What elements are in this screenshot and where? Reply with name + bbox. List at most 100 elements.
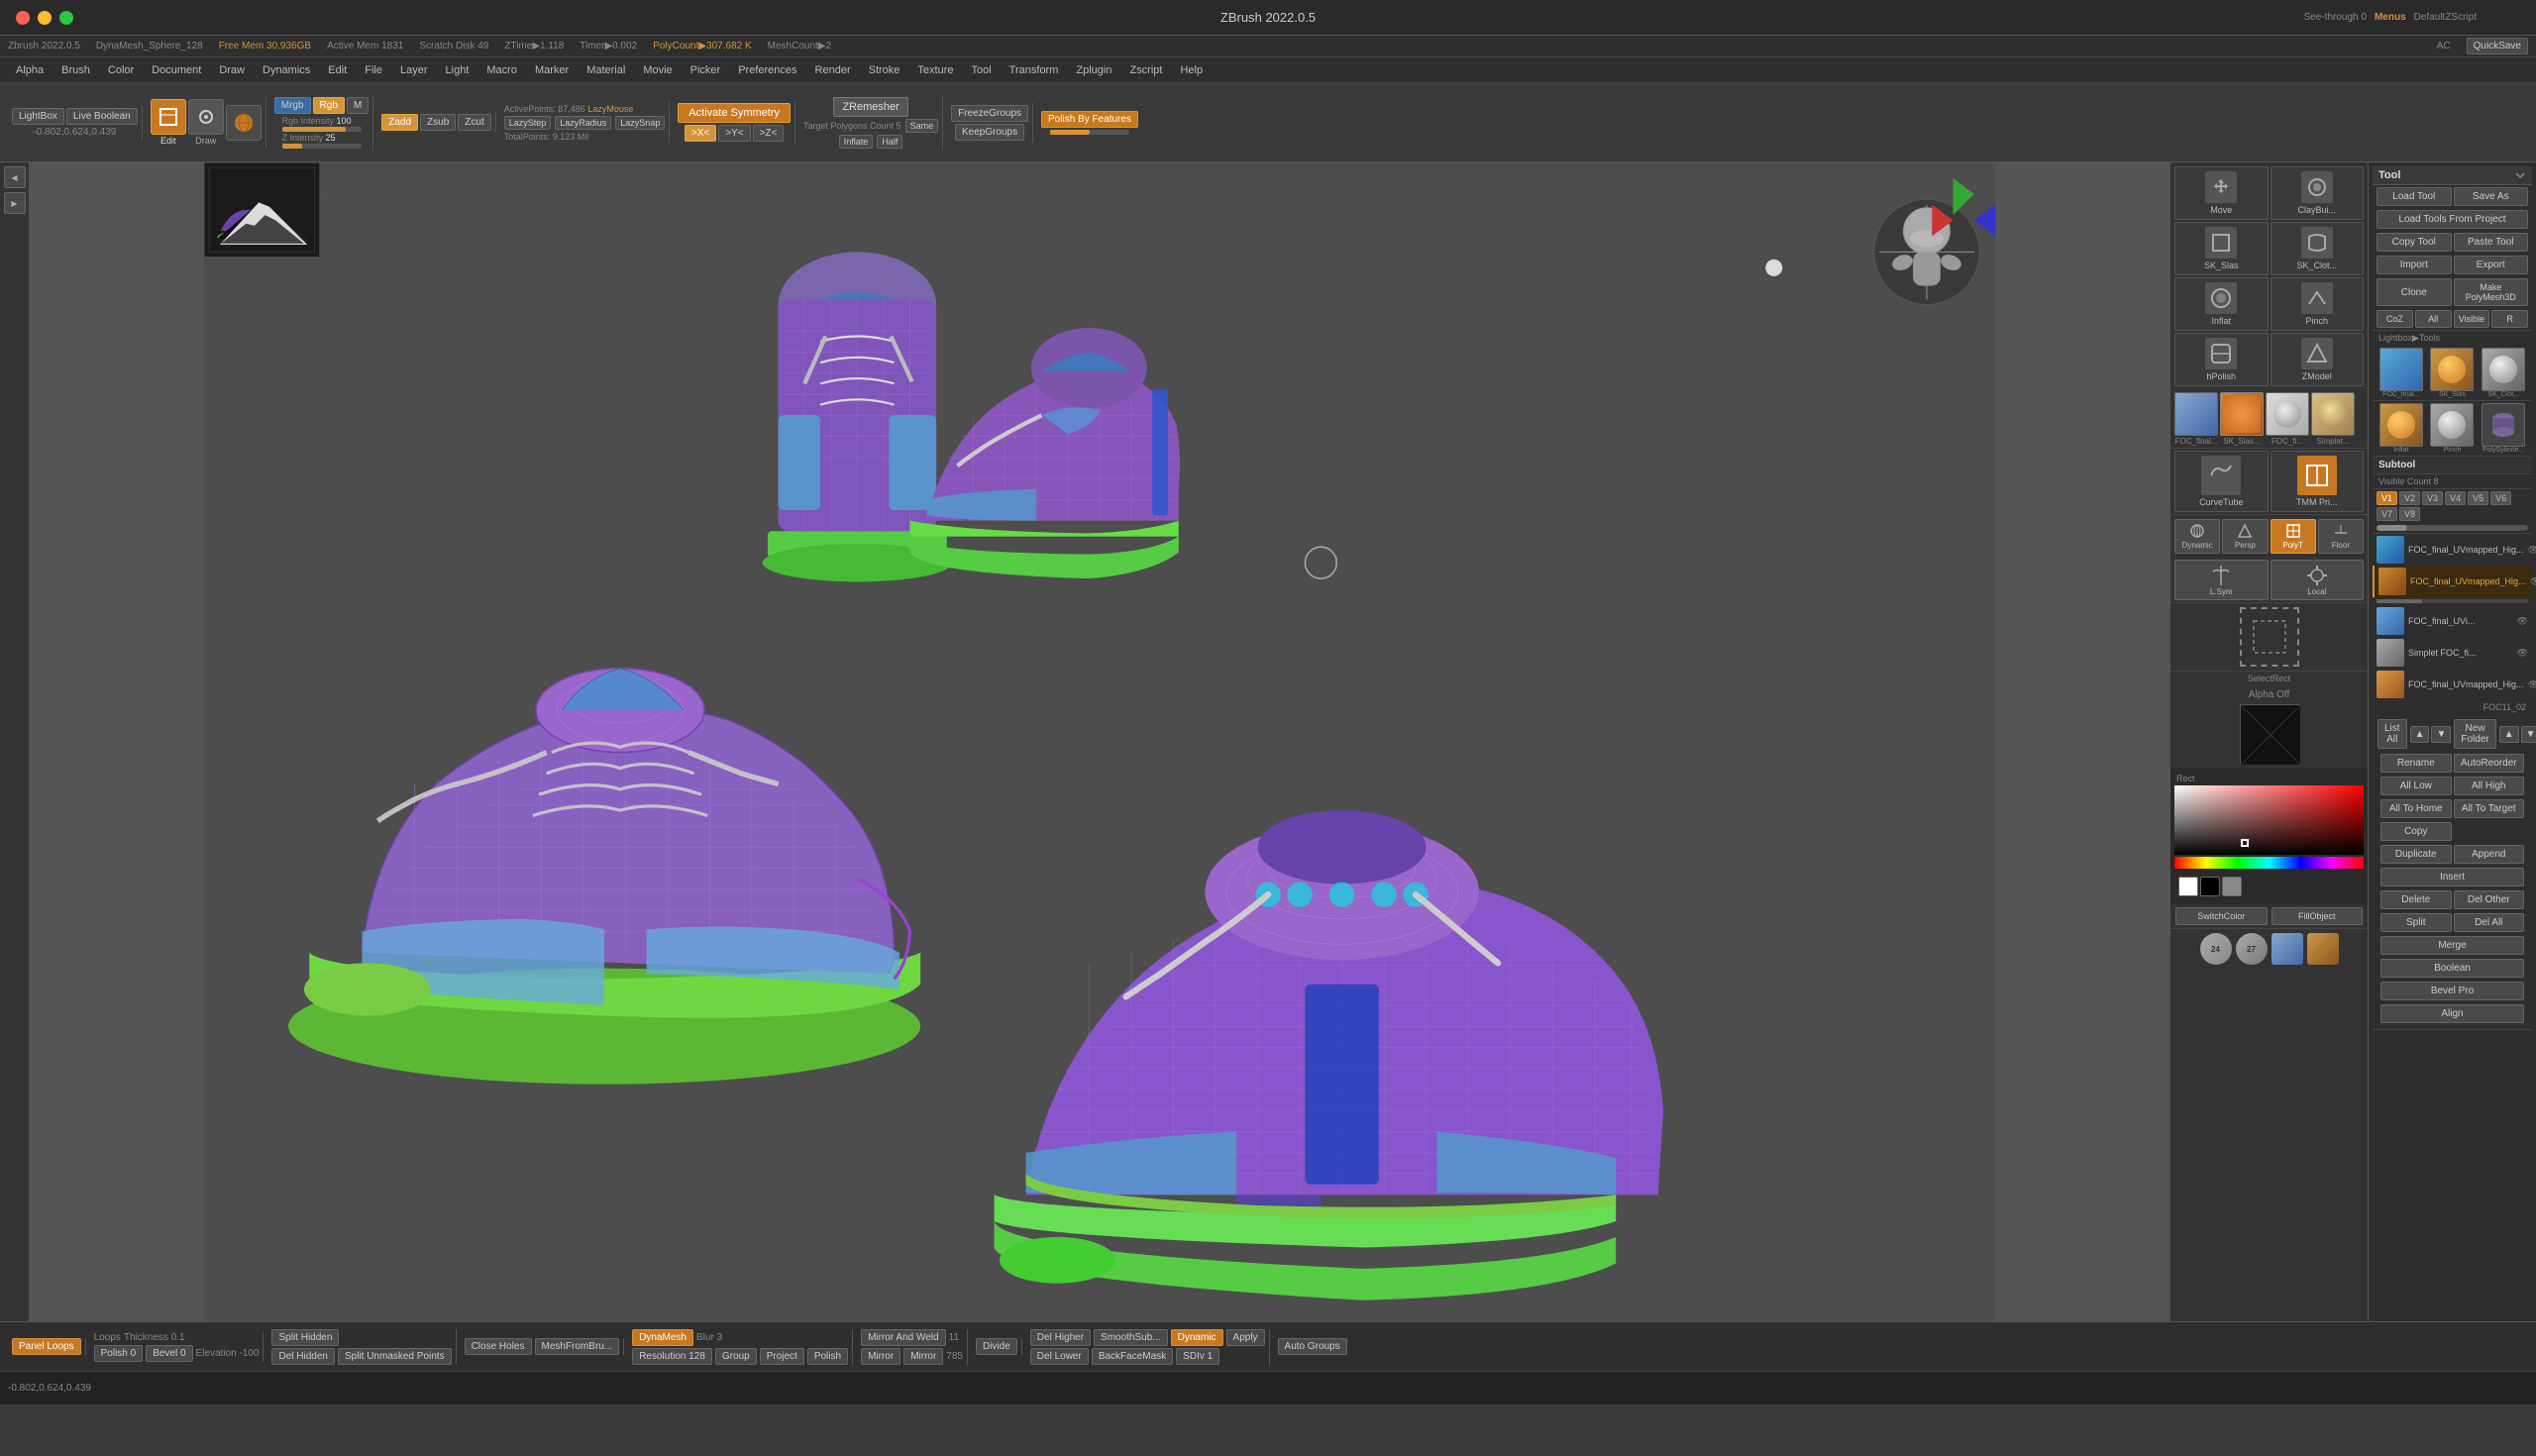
v6-btn[interactable]: V6: [2490, 491, 2511, 505]
visible-btn[interactable]: Visible: [2454, 310, 2490, 328]
foc-thumb-4[interactable]: Simplet...: [2311, 392, 2355, 446]
list-up-btn[interactable]: ▲: [2410, 726, 2430, 743]
dynamic-sub-btn[interactable]: Dynamic: [1171, 1329, 1223, 1346]
list-down-btn[interactable]: ▼: [2431, 726, 2451, 743]
alpha-thumbnail[interactable]: [2240, 704, 2299, 764]
tool-thumb-sk[interactable]: SK_Slas: [2428, 348, 2478, 398]
menu-marker[interactable]: Marker: [527, 62, 577, 78]
v4-btn[interactable]: V4: [2445, 491, 2466, 505]
maximize-button[interactable]: [59, 11, 73, 25]
sidebar-btn-1[interactable]: ◀: [4, 166, 26, 188]
bevel-btn[interactable]: Bevel 0: [146, 1345, 192, 1362]
tool-thumb-polycyl[interactable]: PolySylinde...: [2479, 403, 2528, 454]
tmm-tool[interactable]: TMM Pri...: [2271, 451, 2365, 512]
clone-btn[interactable]: Clone: [2377, 278, 2452, 306]
r-btn[interactable]: R: [2491, 310, 2528, 328]
all-low-btn[interactable]: All Low: [2380, 777, 2452, 795]
menu-movie[interactable]: Movie: [635, 62, 680, 78]
subtool-item-5[interactable]: FOC_final_UVmapped_Hig... 👁: [2373, 669, 2532, 700]
insert-btn[interactable]: Insert: [2380, 868, 2524, 886]
mat-sphere-2[interactable]: 27: [2236, 933, 2268, 965]
merge-btn[interactable]: Merge: [2380, 936, 2524, 955]
sphere-icon[interactable]: [226, 105, 262, 141]
menu-zscript[interactable]: Zscript: [1121, 62, 1170, 78]
mirror-btn-1[interactable]: Mirror: [861, 1348, 900, 1365]
polyt-btn[interactable]: PolyT: [2271, 519, 2316, 554]
x-symm-button[interactable]: >X<: [685, 125, 716, 142]
menu-help[interactable]: Help: [1172, 62, 1211, 78]
mirror-btn-2[interactable]: Mirror: [903, 1348, 943, 1365]
local-btn[interactable]: Local: [2271, 560, 2365, 600]
menu-render[interactable]: Render: [807, 62, 859, 78]
lazy-snap-btn[interactable]: LazySnap: [615, 116, 665, 130]
navigation-gizmo[interactable]: [2075, 177, 2155, 257]
auto-groups-btn[interactable]: Auto Groups: [1278, 1338, 1347, 1355]
white-swatch[interactable]: [2178, 877, 2198, 896]
subtool-item-4[interactable]: Simplet FOC_fi... 👁: [2373, 637, 2532, 669]
zsub-button[interactable]: Zsub: [420, 114, 456, 131]
split-hidden-btn[interactable]: Split Hidden: [271, 1329, 339, 1346]
tool-panel-expand-icon[interactable]: [2514, 169, 2526, 181]
v7-btn[interactable]: V7: [2377, 507, 2397, 521]
rgb-button[interactable]: Rgb: [313, 97, 345, 114]
dynamic-view-btn[interactable]: Dynamic: [2174, 519, 2220, 554]
copy-btn[interactable]: Copy: [2380, 822, 2452, 841]
live-boolean-button[interactable]: Live Boolean: [66, 108, 138, 125]
subtool-item-2[interactable]: FOC_final_UVmapped_Hig... 👁: [2373, 566, 2532, 597]
edit-icon[interactable]: [151, 99, 186, 135]
gray-swatch[interactable]: [2222, 877, 2242, 896]
resolution-btn[interactable]: Resolution 128: [632, 1348, 712, 1365]
menu-edit[interactable]: Edit: [320, 62, 355, 78]
hpolish-tool[interactable]: hPolish: [2174, 333, 2269, 386]
subtool-eye-icon-1[interactable]: 👁: [2528, 545, 2536, 556]
panel-loops-btn[interactable]: Panel Loops: [12, 1338, 81, 1355]
all-to-home-btn[interactable]: All To Home: [2380, 799, 2452, 818]
black-swatch[interactable]: [2200, 877, 2220, 896]
menus-label[interactable]: Menus: [2375, 12, 2406, 23]
subtool-eye-icon-5[interactable]: 👁: [2528, 679, 2536, 690]
v3-btn[interactable]: V3: [2422, 491, 2443, 505]
draw-icon[interactable]: [188, 99, 224, 135]
zmodel-tool[interactable]: ZModel: [2271, 333, 2365, 386]
dynamesh-btn[interactable]: DynaMesh: [632, 1329, 693, 1346]
lazy-step-btn[interactable]: LazyStep: [504, 116, 552, 130]
folder-down-btn[interactable]: ▼: [2521, 726, 2536, 743]
inflat-tool[interactable]: Inflat: [2174, 277, 2269, 331]
menu-draw[interactable]: Draw: [211, 62, 253, 78]
load-tool-btn[interactable]: Load Tool: [2377, 187, 2452, 206]
align-btn[interactable]: Align: [2380, 1004, 2524, 1023]
persp-btn[interactable]: Persp: [2222, 519, 2268, 554]
menu-macro[interactable]: Macro: [478, 62, 525, 78]
del-higher-btn[interactable]: Del Higher: [1030, 1329, 1091, 1346]
mat-sphere-1[interactable]: 24: [2200, 933, 2232, 965]
menu-transform[interactable]: Transform: [1002, 62, 1067, 78]
y-symm-button[interactable]: >Y<: [718, 125, 750, 142]
subtool-eye-icon-3[interactable]: 👁: [2517, 616, 2528, 627]
menu-layer[interactable]: Layer: [392, 62, 436, 78]
bevel-pro-btn[interactable]: Bevel Pro: [2380, 982, 2524, 1000]
freeze-groups-btn[interactable]: FreezeGroups: [951, 105, 1028, 122]
backfacemask-btn[interactable]: BackFaceMask: [1092, 1348, 1173, 1365]
v8-btn[interactable]: V8: [2399, 507, 2420, 521]
divide-btn[interactable]: Divide: [976, 1338, 1017, 1355]
del-lower-btn[interactable]: Del Lower: [1030, 1348, 1089, 1365]
foc-thumb-3[interactable]: FOC_fi...: [2266, 392, 2309, 446]
sdiv-btn[interactable]: SDIv 1: [1176, 1348, 1219, 1365]
all-btn[interactable]: All: [2415, 310, 2452, 328]
menu-brush[interactable]: Brush: [53, 62, 98, 78]
sk-cloth-tool[interactable]: SK_Clot...: [2271, 222, 2365, 275]
menu-picker[interactable]: Picker: [683, 62, 729, 78]
menu-stroke[interactable]: Stroke: [861, 62, 908, 78]
del-hidden-btn[interactable]: Del Hidden: [271, 1348, 334, 1365]
coz-btn[interactable]: CoZ: [2377, 310, 2413, 328]
import-btn[interactable]: Import: [2377, 256, 2452, 274]
hue-slider[interactable]: [2174, 857, 2364, 869]
menu-light[interactable]: Light: [438, 62, 477, 78]
m-button[interactable]: M: [347, 97, 369, 114]
split-btn[interactable]: Split: [2380, 913, 2452, 932]
switch-color-btn[interactable]: SwitchColor: [2175, 907, 2268, 925]
new-folder-btn[interactable]: New Folder: [2454, 719, 2495, 749]
claybuild-tool[interactable]: ClayBui...: [2271, 166, 2365, 220]
apply-btn[interactable]: Apply: [1226, 1329, 1265, 1346]
fill-object-btn[interactable]: FillObject: [2272, 907, 2364, 925]
